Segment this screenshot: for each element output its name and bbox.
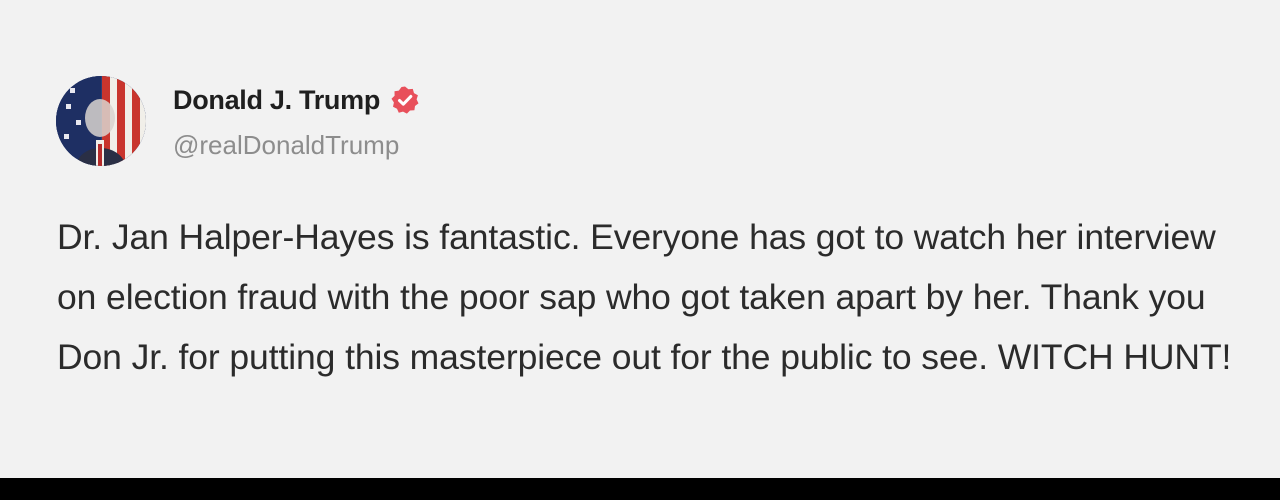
- author-name-row: Donald J. Trump: [173, 82, 420, 118]
- post-card: Donald J. Trump @realDonaldTrump Dr. Jan…: [0, 0, 1280, 478]
- profile-avatar[interactable]: [56, 76, 146, 166]
- verified-badge-icon: [390, 85, 420, 115]
- post-body-text: Dr. Jan Halper-Hayes is fantastic. Every…: [57, 217, 1232, 377]
- flag-portrait-icon: [56, 76, 146, 166]
- author-display-name[interactable]: Donald J. Trump: [173, 85, 380, 116]
- author-handle[interactable]: @realDonaldTrump: [173, 130, 399, 161]
- video-frame-bottom-bar: [0, 478, 1280, 500]
